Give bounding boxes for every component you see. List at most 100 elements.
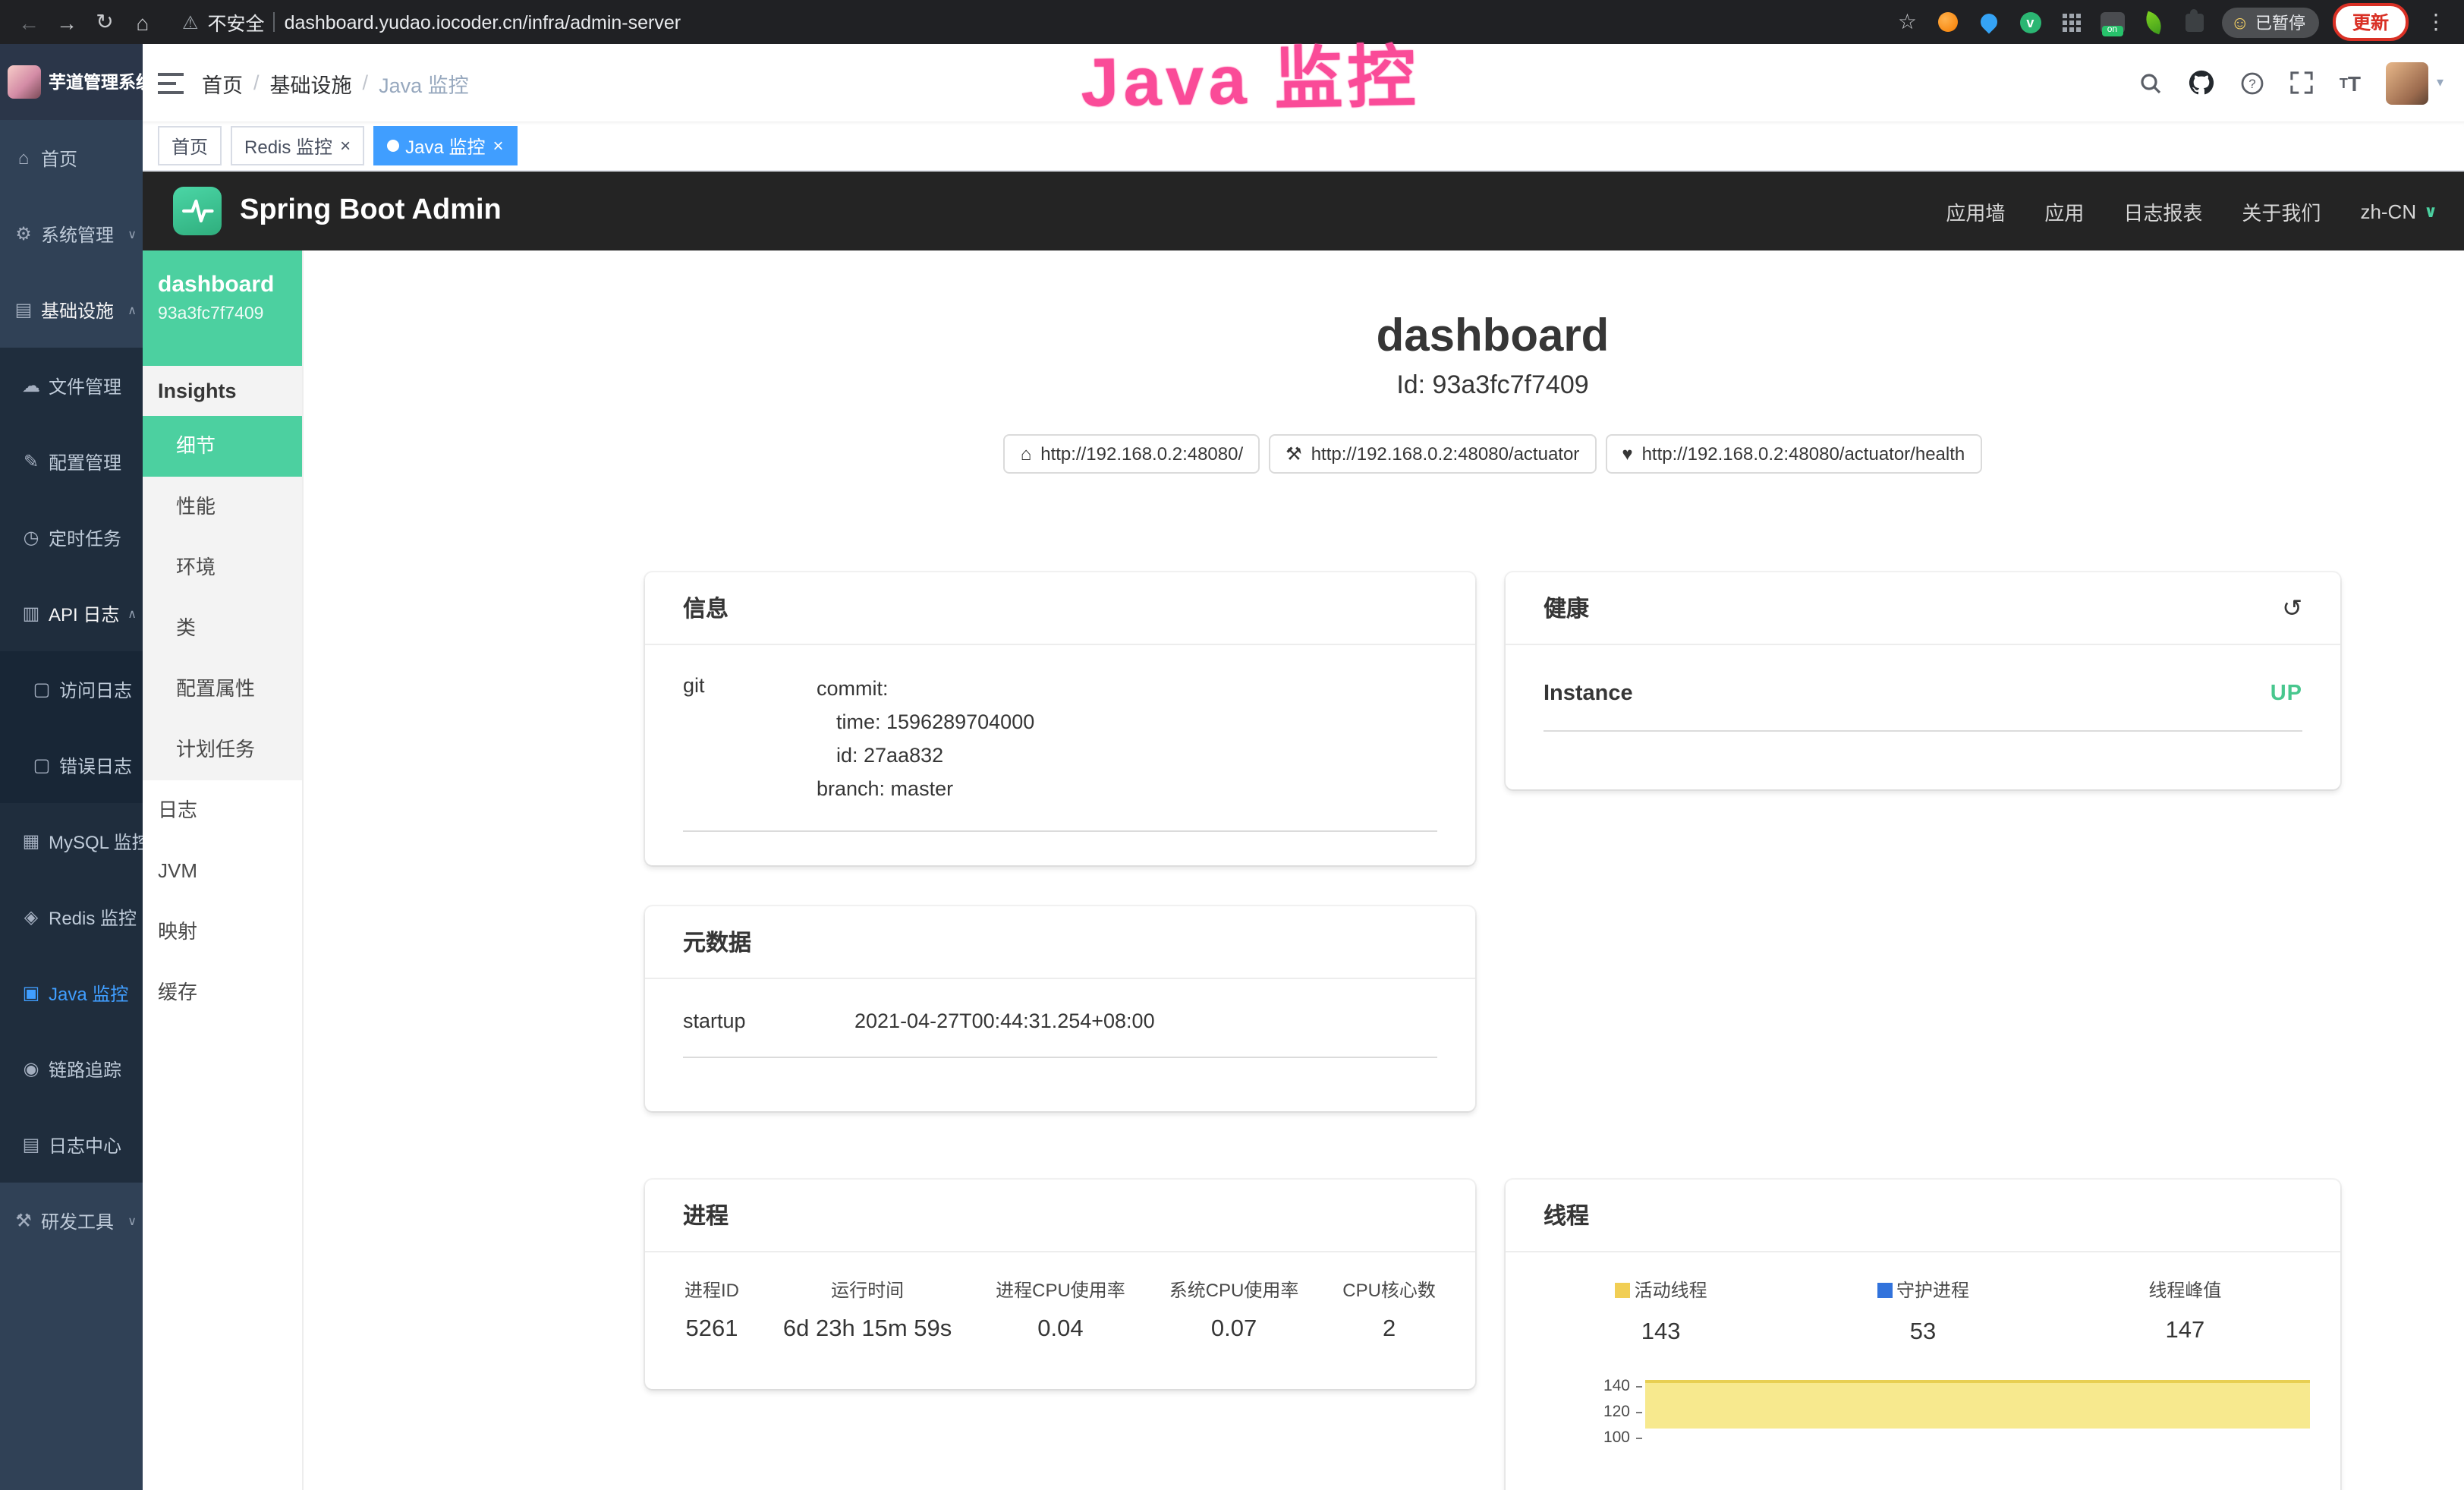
error-log-icon: ▢ (32, 754, 52, 776)
green-circle-icon: v (2019, 11, 2041, 33)
insights-group-label: Insights (143, 366, 302, 416)
chrome-update-button[interactable]: 更新 (2333, 3, 2409, 41)
extension-leaf-icon[interactable] (2139, 8, 2167, 36)
search-icon[interactable] (2139, 71, 2163, 95)
forward-icon[interactable]: → (53, 10, 80, 34)
extension-orange-icon[interactable] (1934, 8, 1962, 36)
sba-nav-journal[interactable]: 日志报表 (2123, 197, 2202, 225)
sidebar-item-system-management[interactable]: ⚙ 系统管理 ∨ (0, 196, 143, 272)
api-log-icon: ▥ (21, 603, 41, 624)
sidebar-item-log-center[interactable]: ▤ 日志中心 (0, 1107, 143, 1183)
close-icon[interactable]: × (492, 135, 503, 156)
sba-nav-wallboard[interactable]: 应用墙 (1946, 197, 2005, 225)
legend-label: 线程峰值 (2148, 1277, 2221, 1303)
sba-nav-applications[interactable]: 应用 (2044, 197, 2084, 225)
legend-daemon-threads: 守护进程 53 (1792, 1277, 2053, 1346)
legend-swatch-daemon (1877, 1282, 1892, 1297)
instance-header[interactable]: dashboard 93a3fc7f7409 (143, 250, 302, 366)
health-instance-row[interactable]: Instance UP (1544, 676, 2302, 732)
tab-java-monitor[interactable]: Java 监控 × (373, 126, 517, 165)
back-icon[interactable]: ← (15, 10, 42, 34)
wrench-icon: ⚒ (1285, 443, 1302, 465)
sidebar-item-access-logs[interactable]: ▢ 访问日志 (0, 651, 143, 727)
browser-menu-icon[interactable]: ⋮ (2422, 9, 2450, 35)
sidebar-item-label: 日志中心 (49, 1132, 121, 1158)
sidebar-item-dev-tools[interactable]: ⚒ 研发工具 ∨ (0, 1183, 143, 1258)
leaf-icon (2141, 11, 2165, 34)
sidebar-item-label: MySQL 监控 (49, 828, 143, 854)
legend-peak-threads: 线程峰值 147 (2054, 1277, 2316, 1346)
metric-value: 5261 (684, 1316, 739, 1344)
sba-menu-details[interactable]: 细节 (143, 416, 302, 477)
history-icon[interactable]: ↺ (2282, 593, 2302, 623)
instance-url-link[interactable]: ⌂ http://192.168.0.2:48080/ (1004, 434, 1260, 474)
threads-legend: 活动线程 143 守护进程 53 线程峰值 14 (1530, 1277, 2316, 1346)
sidebar-item-scheduled-tasks[interactable]: ◷ 定时任务 (0, 499, 143, 575)
sba-main: dashboard Id: 93a3fc7f7409 ⌂ http://192.… (304, 250, 2464, 1490)
address-bar[interactable]: ⚠ 不安全 dashboard.yudao.iocoder.cn/infra/a… (182, 8, 681, 36)
page-title: dashboard (645, 311, 2340, 363)
sidebar-item-home[interactable]: ⌂ 首页 (0, 120, 143, 196)
sba-menu-environment[interactable]: 环境 (143, 537, 302, 598)
extension-vue-icon[interactable]: v (2016, 8, 2044, 36)
extension-drop-icon[interactable] (1975, 8, 2003, 36)
hamburger-menu-icon[interactable] (158, 72, 184, 93)
sba-menu-metrics[interactable]: 性能 (143, 477, 302, 537)
sba-menu-mappings[interactable]: 映射 (143, 902, 302, 962)
sba-nav-about[interactable]: 关于我们 (2242, 197, 2321, 225)
breadcrumb-separator: / (253, 71, 260, 94)
screen: ← → ↻ ⌂ ⚠ 不安全 dashboard.yudao.iocoder.cn… (0, 0, 2464, 1490)
language-select[interactable]: zh-CN ∨ (2360, 200, 2437, 222)
sidebar-item-config-management[interactable]: ✎ 配置管理 (0, 424, 143, 499)
sidebar-item-link-tracing[interactable]: ◉ 链路追踪 (0, 1031, 143, 1107)
sidebar-item-api-logs[interactable]: ▥ API 日志 ∧ (0, 575, 143, 651)
sidebar-item-label: 首页 (41, 145, 77, 171)
fullscreen-icon[interactable] (2291, 71, 2314, 94)
breadcrumb-home[interactable]: 首页 (202, 68, 243, 98)
actuator-url-link[interactable]: ⚒ http://192.168.0.2:48080/actuator (1269, 434, 1596, 474)
api-logs-submenu: ▢ 访问日志 ▢ 错误日志 (0, 651, 143, 803)
user-menu[interactable]: ▾ (2387, 61, 2444, 104)
infrastructure-submenu: ☁ 文件管理 ✎ 配置管理 ◷ 定时任务 ▥ API 日志 ∧ (0, 348, 143, 1183)
github-icon[interactable] (2189, 70, 2215, 96)
chevron-down-icon: ∨ (127, 227, 137, 241)
health-url-link[interactable]: ♥ http://192.168.0.2:48080/actuator/heal… (1605, 434, 1981, 474)
tab-home[interactable]: 首页 (158, 126, 222, 165)
sidebar-item-error-logs[interactable]: ▢ 错误日志 (0, 727, 143, 803)
close-icon[interactable]: × (340, 135, 351, 156)
chevron-down-icon: ▾ (2437, 74, 2444, 91)
metric-label: 进程ID (684, 1277, 739, 1303)
sidebar-item-redis-monitor[interactable]: ◈ Redis 监控 (0, 879, 143, 955)
breadcrumb-section[interactable]: 基础设施 (270, 68, 352, 98)
tab-pause-badge[interactable]: ☺ 已暂停 (2221, 7, 2319, 37)
sba-menu-caches[interactable]: 缓存 (143, 962, 302, 1023)
extension-puzzle-icon[interactable] (2180, 8, 2208, 36)
sidebar-item-mysql-monitor[interactable]: ▦ MySQL 监控 (0, 803, 143, 879)
sidebar-item-infrastructure[interactable]: ▤ 基础设施 ∧ (0, 272, 143, 348)
sba-menu-loggers[interactable]: 日志 (143, 780, 302, 841)
tab-redis-monitor[interactable]: Redis 监控 × (231, 126, 364, 165)
sba-menu-classes[interactable]: 类 (143, 598, 302, 659)
paused-label: 已暂停 (2255, 10, 2305, 34)
reload-icon[interactable]: ↻ (91, 9, 118, 35)
gear-icon: ⚙ (14, 223, 33, 244)
metadata-value: 2021-04-27T00:44:31.254+08:00 (854, 1010, 1155, 1032)
extension-grid-icon[interactable] (2057, 8, 2085, 36)
legend-value: 53 (1792, 1318, 2053, 1346)
security-label: 不安全 (208, 8, 265, 36)
sidebar-item-label: 配置管理 (49, 449, 121, 474)
font-size-icon[interactable]: TT (2340, 71, 2361, 95)
sidebar-item-java-monitor[interactable]: ▣ Java 监控 (0, 955, 143, 1031)
language-label: zh-CN (2360, 200, 2416, 222)
puzzle-icon (2185, 13, 2203, 31)
sba-menu-scheduled-tasks[interactable]: 计划任务 (143, 720, 302, 780)
sba-menu-jvm[interactable]: JVM (143, 841, 302, 902)
browser-home-icon[interactable]: ⌂ (129, 10, 156, 34)
sidebar-item-file-management[interactable]: ☁ 文件管理 (0, 348, 143, 424)
extension-switch-icon[interactable]: on (2098, 8, 2126, 36)
sba-menu-config-properties[interactable]: 配置属性 (143, 659, 302, 720)
bookmark-star-icon[interactable]: ☆ (1893, 8, 1921, 36)
metric-label: 进程CPU使用率 (996, 1277, 1125, 1303)
app-logo[interactable]: 芋道管理系统 (0, 44, 143, 120)
help-icon[interactable]: ? (2241, 71, 2265, 95)
